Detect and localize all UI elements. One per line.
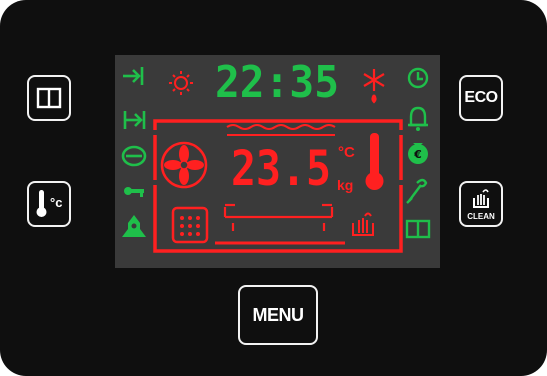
- fan-icon: [160, 141, 208, 189]
- top-heating-element-icon: [226, 124, 336, 136]
- rocket-preheat-icon: [122, 215, 146, 237]
- menu-label: MENU: [252, 304, 305, 325]
- money-bag-icon: €: [408, 143, 428, 164]
- end-arrow-icon: [123, 67, 144, 85]
- clock-readout: 22:35: [215, 57, 339, 108]
- eco-button[interactable]: ECO: [459, 75, 503, 121]
- lcd-display: € 22:35 23.5 °C kg: [115, 55, 440, 268]
- sun-light-icon: [169, 71, 193, 95]
- probe-icon: [406, 178, 428, 204]
- unit-celsius-label: °C: [338, 144, 355, 161]
- book-icon: [36, 87, 62, 109]
- bottom-bars: [215, 241, 345, 253]
- bell-icon: [408, 106, 428, 131]
- thermometer-icon: [36, 190, 47, 217]
- snowflake-defrost-icon: [363, 69, 385, 104]
- bottom-heating-element-icon: [223, 203, 334, 231]
- grill-icon: [171, 206, 209, 244]
- clean-button[interactable]: CLEAN: [459, 181, 503, 227]
- clock-icon: [407, 67, 429, 89]
- unit-kg-label: kg: [337, 177, 353, 193]
- recipe-book-button[interactable]: [27, 75, 71, 121]
- temperature-readout: 23.5: [231, 141, 331, 197]
- duration-arrow-icon: [123, 111, 146, 129]
- control-panel: °c ECO CLEAN MENU € 22:35 23.5 °C kg: [0, 0, 547, 376]
- steam-clean-icon: [352, 212, 374, 236]
- key-icon: [124, 187, 144, 197]
- lock-icon: [121, 145, 147, 167]
- eco-label: ECO: [464, 89, 498, 106]
- book-icon: [405, 219, 431, 239]
- clean-label: CLEAN: [467, 212, 495, 221]
- temp-unit-label: °c: [50, 195, 63, 210]
- temperature-button[interactable]: °c: [27, 181, 71, 227]
- menu-button[interactable]: MENU: [238, 285, 318, 345]
- thermometer-icon: [365, 133, 384, 190]
- svg-text:€: €: [413, 148, 422, 161]
